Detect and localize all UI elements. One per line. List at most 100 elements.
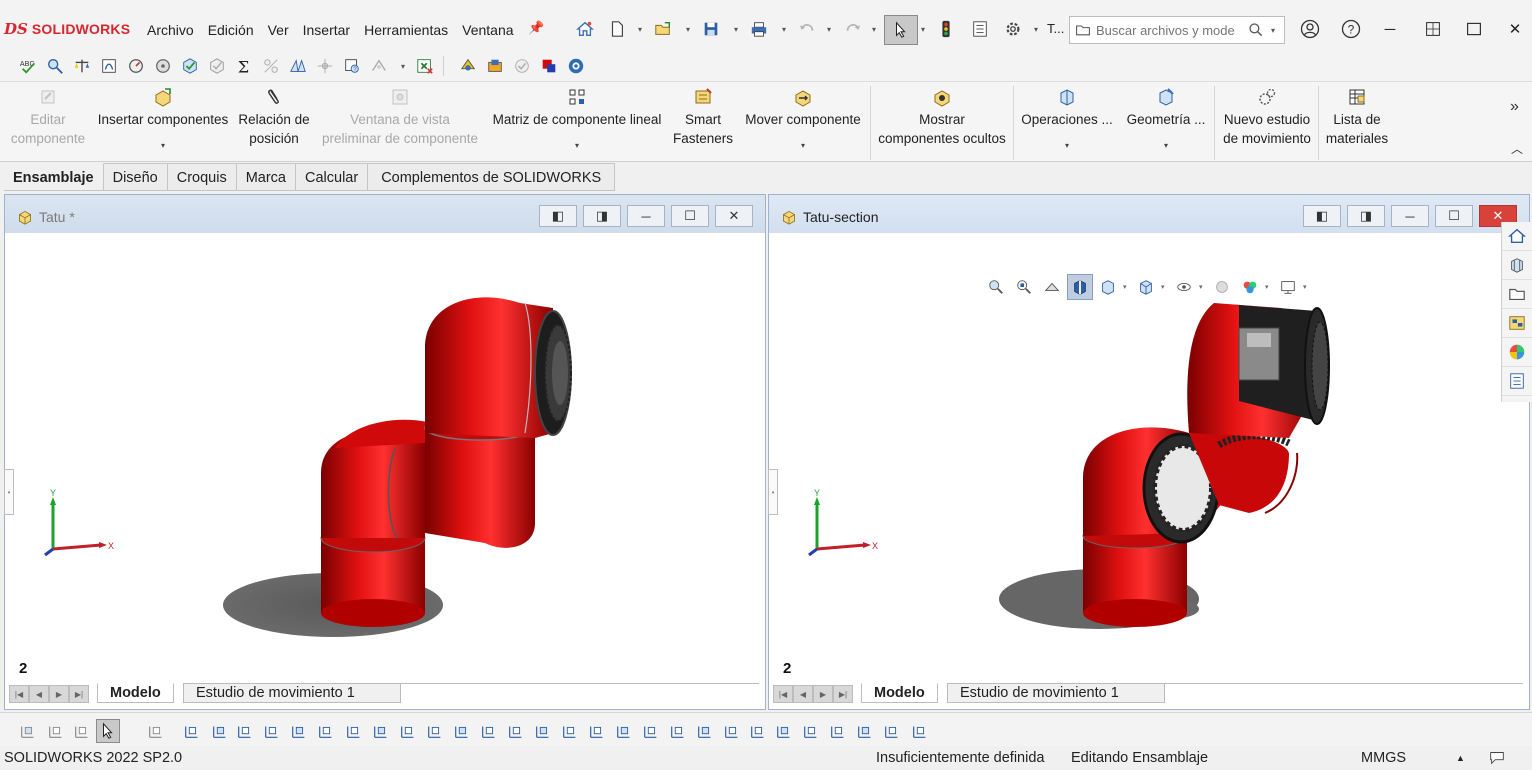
zoom-to-fit-icon[interactable]	[983, 274, 1009, 300]
assembly-visualization-icon[interactable]	[313, 54, 337, 78]
filter-solid-bodies-icon[interactable]	[287, 719, 311, 743]
filter-routing-points-icon[interactable]	[799, 719, 823, 743]
tools-dropdown-icon[interactable]: ▾	[398, 54, 408, 78]
search-box[interactable]: ▾	[1069, 16, 1285, 44]
graphics-area[interactable]: Y X •	[4, 233, 765, 679]
interference-detection-icon[interactable]	[178, 54, 202, 78]
menu-herramientas[interactable]: Herramientas	[357, 20, 455, 40]
tile-right-icon[interactable]: ◨	[583, 205, 621, 227]
close-document-icon[interactable]: ✕	[715, 205, 753, 227]
tile-left-icon[interactable]: ◧	[539, 205, 577, 227]
save-dropdown-icon[interactable]: ▾	[731, 17, 741, 41]
hole-alignment-icon[interactable]	[259, 54, 283, 78]
view-settings-dropdown-icon[interactable]: ▾	[1303, 283, 1311, 291]
redo-dropdown-icon[interactable]: ▾	[869, 17, 879, 41]
new-document-icon[interactable]	[605, 17, 629, 41]
move-component-button[interactable]: Mover componente ▾	[736, 86, 870, 160]
more-commands-icon[interactable]: »	[1510, 98, 1519, 116]
next-tab-icon[interactable]: ▶	[49, 685, 69, 703]
apply-scene-icon[interactable]	[1237, 274, 1263, 300]
tile-right-icon[interactable]: ◨	[1347, 205, 1385, 227]
maximize-document-icon[interactable]: ☐	[671, 205, 709, 227]
solidworks-logo[interactable]: DS SOLIDWORKS	[4, 16, 130, 42]
filter-connection-points-icon[interactable]	[772, 719, 796, 743]
filter-blocks-icon[interactable]	[693, 719, 717, 743]
panel-expand-handle[interactable]: •	[768, 469, 778, 515]
collaboration-icon[interactable]	[564, 54, 588, 78]
linear-component-pattern-button[interactable]: Matriz de componente lineal ▾	[484, 86, 670, 160]
filter-edges-icon[interactable]	[208, 719, 232, 743]
maximize-window-icon[interactable]	[1456, 14, 1492, 44]
filter-weld-symbols-icon[interactable]	[639, 719, 663, 743]
last-tab-icon[interactable]: ▶|	[833, 685, 853, 703]
tab-estudio-movimiento[interactable]: Estudio de movimiento 1	[947, 683, 1165, 703]
first-tab-icon[interactable]: |◀	[773, 685, 793, 703]
undo-icon[interactable]	[795, 17, 819, 41]
excel-bom-icon[interactable]	[413, 54, 437, 78]
bill-of-materials-button[interactable]: Lista de materiales	[1320, 86, 1394, 160]
menu-archivo[interactable]: Archivo	[140, 20, 201, 40]
minimize-window-icon[interactable]: ─	[1372, 14, 1408, 44]
assembly-features-dropdown-icon[interactable]: ▾	[1065, 141, 1069, 151]
linear-pattern-dropdown-icon[interactable]: ▾	[575, 141, 579, 151]
search-dropdown-icon[interactable]: ▾	[1266, 26, 1280, 35]
tab-complementos[interactable]: Complementos de SOLIDWORKS	[368, 163, 616, 191]
last-tab-icon[interactable]: ▶|	[69, 685, 89, 703]
select-tool-icon[interactable]	[884, 15, 918, 45]
compare-documents-icon[interactable]	[286, 54, 310, 78]
approve-check-icon[interactable]	[510, 54, 534, 78]
filter-surface-bodies-icon[interactable]	[260, 719, 284, 743]
solidworks-resources-home-icon[interactable]	[1502, 222, 1532, 251]
hide-show-items-icon[interactable]	[1171, 274, 1197, 300]
user-account-icon[interactable]	[1292, 14, 1328, 44]
instant3d-icon[interactable]	[456, 54, 480, 78]
prev-tab-icon[interactable]: ◀	[29, 685, 49, 703]
dynamic-annotation-icon[interactable]	[1095, 274, 1121, 300]
options-dropdown-icon[interactable]: ▾	[1031, 17, 1041, 41]
filter-toggle-icon[interactable]	[16, 719, 40, 743]
truncated-tool-label[interactable]: T...	[1047, 21, 1064, 36]
sensor-icon[interactable]	[124, 54, 148, 78]
filter-faces-icon[interactable]	[233, 719, 257, 743]
panel-expand-handle[interactable]: •	[4, 469, 14, 515]
filter-sketch-points-icon[interactable]	[369, 719, 393, 743]
collapse-command-manager-icon[interactable]: ︿	[1511, 140, 1523, 157]
units-dropdown-icon[interactable]: ▲	[1456, 753, 1465, 763]
design-library-icon[interactable]	[1502, 251, 1532, 280]
home-icon[interactable]	[573, 17, 597, 41]
zoom-to-area-icon[interactable]	[1011, 274, 1037, 300]
file-properties-icon[interactable]	[968, 17, 992, 41]
section-view-icon[interactable]	[1067, 274, 1093, 300]
close-window-icon[interactable]: ✕	[1497, 14, 1532, 44]
filter-edit-icon[interactable]	[44, 719, 68, 743]
select-dropdown-icon[interactable]: ▾	[918, 17, 928, 41]
filter-mesh-edges-icon[interactable]	[853, 719, 877, 743]
help-icon[interactable]: ?	[1333, 14, 1369, 44]
filter-surface-finish-icon[interactable]	[531, 719, 555, 743]
assembly-features-button[interactable]: Operaciones ... ▾	[1016, 86, 1118, 160]
graphics-area[interactable]: ▾ ▾ ▾ ▾ ▾ Y X •	[768, 233, 1529, 679]
insert-components-button[interactable]: Insertar componentes ▾	[94, 86, 232, 160]
insert-components-dropdown-icon[interactable]: ▾	[161, 141, 165, 151]
filter-centerline-icon[interactable]	[477, 719, 501, 743]
open-dropdown-icon[interactable]: ▾	[683, 17, 693, 41]
document-window-tatu[interactable]: Tatu * ◧ ◨ ─ ☐ ✕ Y X • 2 |◀ ◀ ▶ ▶| Model…	[4, 194, 766, 710]
tile-left-icon[interactable]: ◧	[1303, 205, 1341, 227]
clearance-verification-icon[interactable]	[205, 54, 229, 78]
redo-icon[interactable]	[841, 17, 865, 41]
view-orientation-icon[interactable]	[1133, 274, 1159, 300]
select-pointer-icon[interactable]	[96, 719, 120, 743]
filter-select-icon[interactable]	[70, 719, 94, 743]
smart-fasteners-button[interactable]: Smart Fasteners	[670, 86, 736, 160]
appearance-red-icon[interactable]	[537, 54, 561, 78]
print-icon[interactable]	[747, 17, 771, 41]
menu-edicion[interactable]: Edición	[201, 20, 261, 40]
tab-estudio-movimiento[interactable]: Estudio de movimiento 1	[183, 683, 401, 703]
tab-croquis[interactable]: Croquis	[167, 163, 237, 191]
edit-appearance-icon[interactable]	[1209, 274, 1235, 300]
minimize-document-icon[interactable]: ─	[627, 205, 665, 227]
restore-window-icon[interactable]	[1415, 14, 1451, 44]
filter-dimensions-icon[interactable]	[504, 719, 528, 743]
filter-midpoints-icon[interactable]	[423, 719, 447, 743]
menu-ver[interactable]: Ver	[261, 20, 296, 40]
